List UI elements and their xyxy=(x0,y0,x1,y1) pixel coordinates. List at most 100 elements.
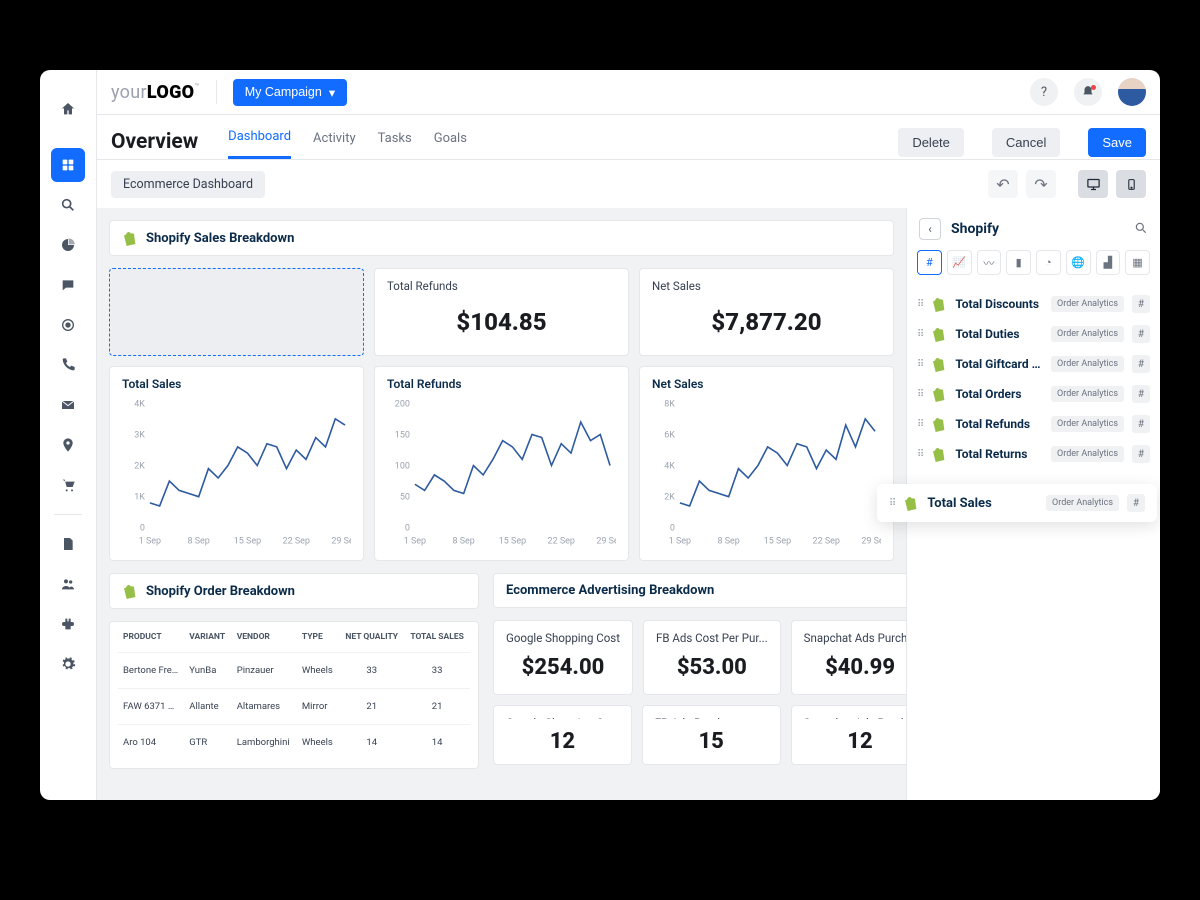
shopify-icon xyxy=(903,495,919,511)
notifications-button[interactable] xyxy=(1074,78,1102,106)
hash-icon: # xyxy=(1127,494,1145,512)
svg-text:0: 0 xyxy=(670,524,675,534)
metric-item-dragging[interactable]: ⠿ Total Sales Order Analytics # xyxy=(877,484,1157,522)
svg-text:29 Sep: 29 Sep xyxy=(331,537,351,547)
table-row[interactable]: FAW 6371 nacc...AllanteAltamaresMirror21… xyxy=(118,689,470,725)
phone-icon[interactable] xyxy=(51,348,85,382)
save-button[interactable]: Save xyxy=(1088,128,1146,157)
section-title: Shopify Sales Breakdown xyxy=(146,231,294,246)
metric-item[interactable]: ⠿Total ReturnsOrder Analytics# xyxy=(907,439,1160,469)
metric-item[interactable]: ⠿Total RefundsOrder Analytics# xyxy=(907,409,1160,439)
metric-item[interactable]: ⠿Total Giftcard SalesOrder Analytics# xyxy=(907,349,1160,379)
drag-handle-icon[interactable]: ⠿ xyxy=(917,389,923,400)
kpi-tile: Snapchat Ads Purch...$40.99 xyxy=(791,620,906,695)
users-icon[interactable] xyxy=(51,567,85,601)
mail-icon[interactable] xyxy=(51,388,85,422)
drag-handle-icon[interactable]: ⠿ xyxy=(917,359,923,370)
cancel-button[interactable]: Cancel xyxy=(992,128,1060,157)
shopify-icon xyxy=(931,326,947,342)
drag-handle-icon[interactable]: ⠿ xyxy=(917,449,923,460)
desktop-view-button[interactable] xyxy=(1078,170,1108,198)
topbar: yourLOGO™ My Campaign▾ ? xyxy=(97,70,1160,115)
mobile-view-button[interactable] xyxy=(1116,170,1146,198)
svg-text:29 Sep: 29 Sep xyxy=(861,537,881,547)
svg-text:200: 200 xyxy=(395,399,410,409)
dashboard-canvas: Shopify Sales Breakdown Total Refunds $1… xyxy=(97,208,906,800)
svg-text:4K: 4K xyxy=(664,462,675,472)
table-row[interactable]: Aro 104GTRLamborghiniWheels1414 xyxy=(118,725,470,761)
target-icon[interactable] xyxy=(51,308,85,342)
svg-text:22 Sep: 22 Sep xyxy=(283,537,310,547)
svg-text:2K: 2K xyxy=(134,462,145,472)
campaign-dropdown[interactable]: My Campaign▾ xyxy=(233,79,347,106)
tab-activity[interactable]: Activity xyxy=(313,127,356,158)
chart-type-bar[interactable]: ▮ xyxy=(1006,250,1031,275)
drag-handle-icon[interactable]: ⠿ xyxy=(889,498,895,509)
apps-icon[interactable] xyxy=(51,148,85,182)
search-icon[interactable] xyxy=(51,188,85,222)
chart-type-~[interactable]: 〰 xyxy=(977,250,1002,275)
svg-text:1 Sep: 1 Sep xyxy=(669,537,691,547)
svg-text:1 Sep: 1 Sep xyxy=(139,537,161,547)
chart-type-#[interactable]: # xyxy=(917,250,942,275)
shopify-icon xyxy=(931,416,947,432)
tab-goals[interactable]: Goals xyxy=(434,127,467,158)
svg-text:1 Sep: 1 Sep xyxy=(404,537,426,547)
tab-dashboard[interactable]: Dashboard xyxy=(228,125,291,159)
shopify-icon xyxy=(122,583,138,599)
metrics-panel: ‹ Shopify #📈〰▮◔🌐▟▦ ⠿Total DiscountsOrder… xyxy=(906,208,1160,800)
redo-button[interactable]: ↷ xyxy=(1026,170,1056,198)
toolbar: Ecommerce Dashboard ↶ ↷ xyxy=(97,159,1160,208)
svg-text:15 Sep: 15 Sep xyxy=(499,537,526,547)
chart-type-table[interactable]: ▦ xyxy=(1125,250,1150,275)
hash-icon: # xyxy=(1132,445,1150,463)
chart-type-globe[interactable]: 🌐 xyxy=(1066,250,1091,275)
drop-zone-tile[interactable] xyxy=(109,268,364,356)
svg-text:0: 0 xyxy=(405,524,410,534)
chart-type-pie[interactable]: ◔ xyxy=(1036,250,1061,275)
kpi-tile-net-sales: Net Sales $7,877.20 xyxy=(639,268,894,356)
undo-button[interactable]: ↶ xyxy=(988,170,1018,198)
delete-button[interactable]: Delete xyxy=(898,128,964,157)
svg-text:50: 50 xyxy=(400,493,410,503)
chart-tile: Total Refunds0501001502001 Sep8 Sep15 Se… xyxy=(374,366,629,561)
svg-text:0: 0 xyxy=(140,524,145,534)
drag-handle-icon[interactable]: ⠿ xyxy=(917,329,923,340)
help-button[interactable]: ? xyxy=(1030,78,1058,106)
map-pin-icon[interactable] xyxy=(51,428,85,462)
drag-handle-icon[interactable]: ⠿ xyxy=(917,419,923,430)
kpi-tile: Google Shopping Con...12 xyxy=(493,705,632,765)
gear-icon[interactable] xyxy=(51,647,85,681)
breadcrumb[interactable]: Ecommerce Dashboard xyxy=(111,171,265,198)
metric-item[interactable]: ⠿Total OrdersOrder Analytics# xyxy=(907,379,1160,409)
home-icon[interactable] xyxy=(51,92,85,126)
svg-text:22 Sep: 22 Sep xyxy=(548,537,575,547)
plugin-icon[interactable] xyxy=(51,607,85,641)
chat-icon[interactable] xyxy=(51,268,85,302)
chart-tile: Net Sales02K4K6K8K1 Sep8 Sep15 Sep22 Sep… xyxy=(639,366,894,561)
svg-text:4K: 4K xyxy=(134,399,145,409)
file-icon[interactable] xyxy=(51,527,85,561)
drag-handle-icon[interactable]: ⠿ xyxy=(917,299,923,310)
shopify-icon xyxy=(931,356,947,372)
kpi-tile: Snapchat Ads Purch...12 xyxy=(791,705,906,765)
panel-search-icon[interactable] xyxy=(1134,220,1148,239)
metric-item[interactable]: ⠿Total DiscountsOrder Analytics# xyxy=(907,289,1160,319)
chevron-down-icon: ▾ xyxy=(329,85,335,100)
tab-tasks[interactable]: Tasks xyxy=(378,127,412,158)
cart-icon[interactable] xyxy=(51,468,85,502)
hash-icon: # xyxy=(1132,325,1150,343)
kpi-tile: Google Shopping Cost$254.00 xyxy=(493,620,633,695)
panel-back-button[interactable]: ‹ xyxy=(919,218,941,240)
chart-type-lw[interactable]: 📈 xyxy=(947,250,972,275)
avatar[interactable] xyxy=(1118,78,1146,106)
table-row[interactable]: Bertone Freeclim...YunBaPinzauerWheels33… xyxy=(118,653,470,689)
svg-text:2K: 2K xyxy=(664,493,675,503)
metric-item[interactable]: ⠿Total DutiesOrder Analytics# xyxy=(907,319,1160,349)
pie-chart-icon[interactable] xyxy=(51,228,85,262)
chart-type-area[interactable]: ▟ xyxy=(1096,250,1121,275)
kpi-tile-refunds: Total Refunds $104.85 xyxy=(374,268,629,356)
hash-icon: # xyxy=(1132,355,1150,373)
hash-icon: # xyxy=(1132,415,1150,433)
section-sales-breakdown: Shopify Sales Breakdown xyxy=(109,220,894,256)
